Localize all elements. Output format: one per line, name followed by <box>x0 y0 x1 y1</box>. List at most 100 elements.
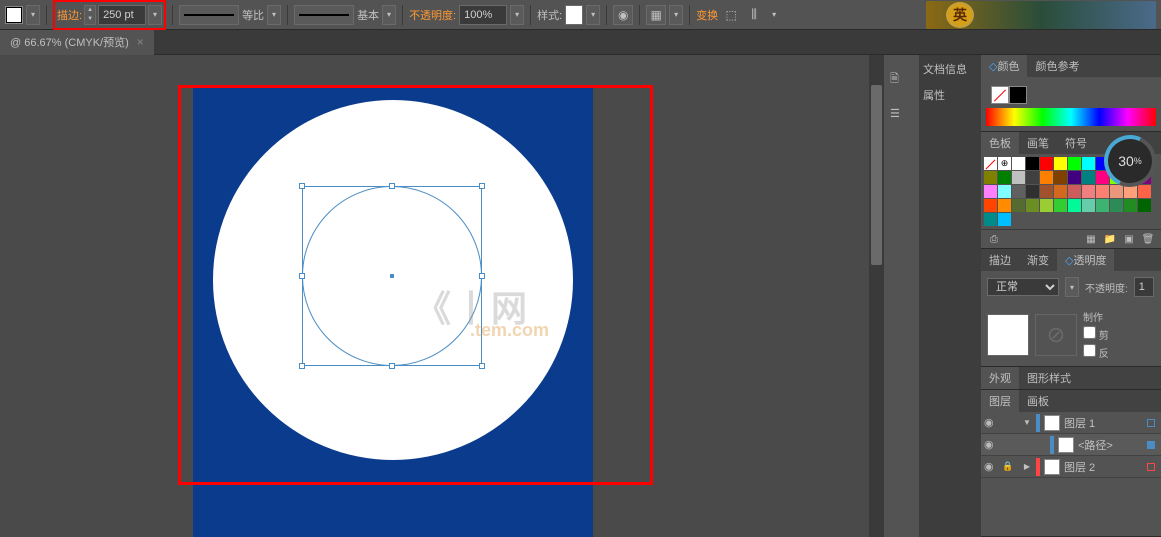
tab-color-guide[interactable]: 颜色参考 <box>1027 55 1087 77</box>
brush-preview[interactable] <box>294 5 354 25</box>
swatch-color[interactable] <box>1110 199 1123 212</box>
swatch-color[interactable] <box>1026 171 1039 184</box>
swatch-color[interactable] <box>1054 199 1067 212</box>
transform-label[interactable]: 变换 <box>696 7 718 23</box>
invert-checkbox-label[interactable]: 反 <box>1083 344 1109 360</box>
align-icon[interactable]: ▦ <box>646 5 666 25</box>
swatch-options-icon[interactable]: ▦ <box>1083 232 1099 246</box>
transform-dropdown[interactable]: ▾ <box>767 5 781 25</box>
swatch-color[interactable] <box>1068 157 1081 170</box>
swatch-none[interactable] <box>984 157 997 170</box>
tab-swatches[interactable]: 色板 <box>981 132 1019 154</box>
swatch-color[interactable] <box>1040 185 1053 198</box>
fill-dropdown[interactable]: ▾ <box>26 5 40 25</box>
stroke-weight-dropdown[interactable]: ▾ <box>148 5 162 25</box>
swatch-color[interactable] <box>1068 199 1081 212</box>
swatch-color[interactable] <box>1040 199 1053 212</box>
selection-handle-se[interactable] <box>479 363 485 369</box>
close-tab-icon[interactable]: × <box>137 35 144 49</box>
tab-transparency[interactable]: ◇透明度 <box>1057 249 1114 271</box>
swatch-color[interactable] <box>1138 185 1151 198</box>
fill-none-icon[interactable] <box>991 86 1009 104</box>
brush-dropdown[interactable]: ▾ <box>382 5 396 25</box>
swatch-color[interactable] <box>1026 157 1039 170</box>
selection-handle-nw[interactable] <box>299 183 305 189</box>
layer-row[interactable]: ◉ ▼ 图层 1 <box>981 412 1161 434</box>
new-swatch-icon[interactable]: ▣ <box>1121 232 1137 246</box>
side-label-doc-info[interactable]: 文档信息 <box>923 61 977 87</box>
visibility-toggle-icon[interactable]: ◉ <box>984 416 998 429</box>
document-tab[interactable]: @ 66.67% (CMYK/预览) × <box>0 30 154 55</box>
tab-graphic-styles[interactable]: 图形样式 <box>1019 367 1079 389</box>
tab-layers[interactable]: 图层 <box>981 390 1019 412</box>
style-dropdown[interactable]: ▾ <box>586 5 600 25</box>
selection-indicator-icon[interactable] <box>1147 419 1155 427</box>
stroke-black-icon[interactable] <box>1009 86 1027 104</box>
layer-row[interactable]: ◉ <路径> <box>981 434 1161 456</box>
delete-swatch-icon[interactable]: 🗑 <box>1140 232 1156 246</box>
selection-handle-sw[interactable] <box>299 363 305 369</box>
swatch-library-icon[interactable]: ⎙ <box>986 232 1002 246</box>
scrollbar-thumb[interactable] <box>871 85 882 265</box>
opacity-dropdown[interactable]: ▾ <box>510 5 524 25</box>
swatch-color[interactable] <box>1096 199 1109 212</box>
isolate-icon[interactable]: ⬚ <box>721 5 741 25</box>
tab-gradient[interactable]: 渐变 <box>1019 249 1057 271</box>
blend-mode-select[interactable]: 正常 <box>987 278 1059 296</box>
vertical-scrollbar[interactable] <box>869 55 884 537</box>
expand-triangle-icon[interactable]: ▼ <box>1022 418 1032 427</box>
side-label-properties[interactable]: 属性 <box>923 87 977 113</box>
expand-triangle-icon[interactable]: ▶ <box>1022 462 1032 471</box>
swatch-color[interactable] <box>1082 171 1095 184</box>
fill-stroke-indicator[interactable] <box>986 82 1156 108</box>
swatch-color[interactable] <box>984 171 997 184</box>
profile-dropdown[interactable]: ▾ <box>267 5 281 25</box>
side-item-properties[interactable]: ☰ <box>884 107 919 120</box>
clip-checkbox-label[interactable]: 剪 <box>1083 326 1109 342</box>
opacity-input-panel[interactable] <box>1134 277 1154 297</box>
style-preview[interactable] <box>565 5 583 25</box>
swatch-registration[interactable]: ⊕ <box>998 157 1011 170</box>
stroke-weight-input[interactable] <box>98 5 146 25</box>
swatch-color[interactable] <box>1012 171 1025 184</box>
artboard[interactable] <box>193 85 593 537</box>
swatch-color[interactable] <box>1068 171 1081 184</box>
swatch-color[interactable] <box>1124 199 1137 212</box>
stroke-profile-preview[interactable] <box>179 5 239 25</box>
selection-handle-e[interactable] <box>479 273 485 279</box>
swatch-color[interactable] <box>1040 171 1053 184</box>
selection-handle-ne[interactable] <box>479 183 485 189</box>
mask-thumbnail[interactable] <box>987 314 1029 356</box>
recolor-icon[interactable]: ◉ <box>613 5 633 25</box>
tab-appearance[interactable]: 外观 <box>981 367 1019 389</box>
visibility-toggle-icon[interactable]: ◉ <box>984 460 998 473</box>
selection-indicator-icon[interactable] <box>1147 441 1155 449</box>
swatch-color[interactable] <box>1012 199 1025 212</box>
invert-checkbox[interactable] <box>1083 344 1096 357</box>
swatch-color[interactable] <box>1040 157 1053 170</box>
swatch-color[interactable] <box>1138 199 1151 212</box>
swatch-color[interactable] <box>1026 185 1039 198</box>
swatch-color[interactable] <box>984 213 997 226</box>
swatch-color[interactable] <box>1096 185 1109 198</box>
swatch-color[interactable] <box>1054 185 1067 198</box>
blend-mode-dropdown[interactable]: ▾ <box>1065 277 1079 297</box>
swatch-color[interactable] <box>998 213 1011 226</box>
fill-indicator[interactable] <box>5 6 23 24</box>
swatch-color[interactable] <box>1082 199 1095 212</box>
tab-color[interactable]: ◇颜色 <box>981 55 1027 77</box>
selection-center-point[interactable] <box>390 274 394 278</box>
visibility-toggle-icon[interactable]: ◉ <box>984 438 998 451</box>
swatch-color[interactable] <box>1082 185 1095 198</box>
canvas-area[interactable]: 《丨网 .tem.com <box>0 55 884 537</box>
swatch-color[interactable] <box>1110 185 1123 198</box>
swatch-color[interactable] <box>1054 171 1067 184</box>
side-item-doc-info[interactable]: 🗎 <box>884 70 919 89</box>
color-spectrum[interactable] <box>986 108 1156 126</box>
stroke-stepper[interactable]: ▲▼ <box>84 5 96 25</box>
swatch-color[interactable] <box>1012 185 1025 198</box>
distribute-icon[interactable]: ⫼ <box>744 5 764 25</box>
tab-artboards[interactable]: 画板 <box>1019 390 1057 412</box>
new-group-icon[interactable]: 📁 <box>1102 232 1118 246</box>
swatch-color[interactable] <box>1012 157 1025 170</box>
